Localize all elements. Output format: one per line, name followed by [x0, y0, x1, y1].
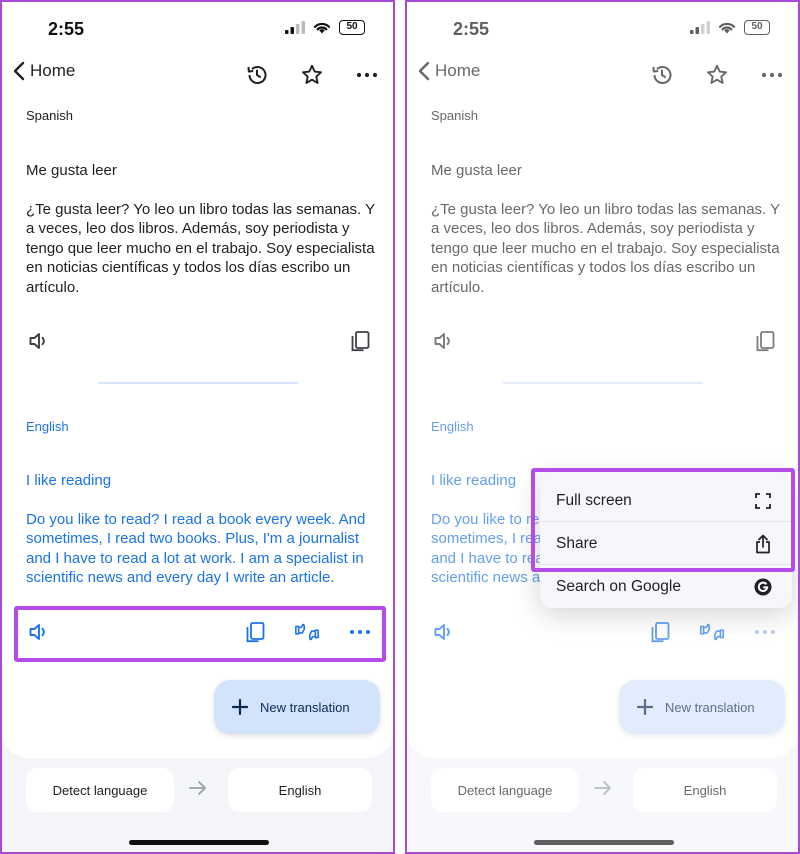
more-options-button[interactable] [354, 62, 380, 88]
section-divider [98, 382, 298, 384]
status-time: 2:55 [48, 19, 85, 39]
history-icon [247, 66, 267, 84]
back-label: Home [30, 61, 76, 80]
back-button[interactable]: Home [12, 61, 75, 81]
phone-screen-right: 2:55 50 Home Spanish Me gusta leer ¿Te g… [405, 0, 800, 854]
history-button[interactable] [244, 62, 270, 88]
app-header: Home [2, 54, 393, 96]
target-title: I like reading [26, 472, 112, 489]
phone-screen-left: 2:55 50 Home Spanish Me gusta leer ¿Te g… [0, 0, 395, 854]
source-language-selector[interactable]: Detect language [26, 768, 174, 812]
new-translation-button[interactable]: New translation [214, 680, 380, 734]
translation-card: Spanish Me gusta leer ¿Te gusta leer? Yo… [2, 96, 393, 758]
menu-backdrop[interactable] [407, 2, 798, 852]
chevron-left-icon [13, 61, 25, 81]
speaker-icon [29, 333, 45, 349]
language-selector-bar: Detect language English [2, 758, 393, 852]
new-translation-label: New translation [260, 699, 350, 715]
home-indicator[interactable] [129, 840, 269, 845]
source-title: Me gusta leer [26, 162, 117, 179]
wifi-icon [313, 22, 331, 34]
battery-icon: 50 [339, 20, 365, 35]
target-language-selector[interactable]: English [228, 768, 372, 812]
plus-icon [232, 699, 248, 715]
source-text[interactable]: ¿Te gusta leer? Yo leo un libro todas la… [26, 200, 376, 297]
status-bar: 2:55 50 [2, 2, 393, 54]
google-icon [754, 578, 772, 596]
signal-icon [285, 21, 305, 34]
action-bar-highlight [14, 606, 386, 662]
favorite-button[interactable] [299, 62, 325, 88]
more-horizontal-icon [356, 72, 378, 78]
source-listen-button[interactable] [26, 328, 52, 354]
arrow-right-icon [189, 781, 206, 795]
source-copy-button[interactable] [347, 328, 373, 354]
target-text[interactable]: Do you like to read? I read a book every… [26, 510, 376, 588]
target-language-label: English [26, 419, 69, 434]
menu-highlight [531, 468, 795, 572]
menu-item-search-google[interactable]: Search on Google [540, 566, 792, 608]
copy-icon [351, 331, 370, 352]
source-language-label: Spanish [26, 108, 73, 123]
star-icon [302, 64, 322, 84]
